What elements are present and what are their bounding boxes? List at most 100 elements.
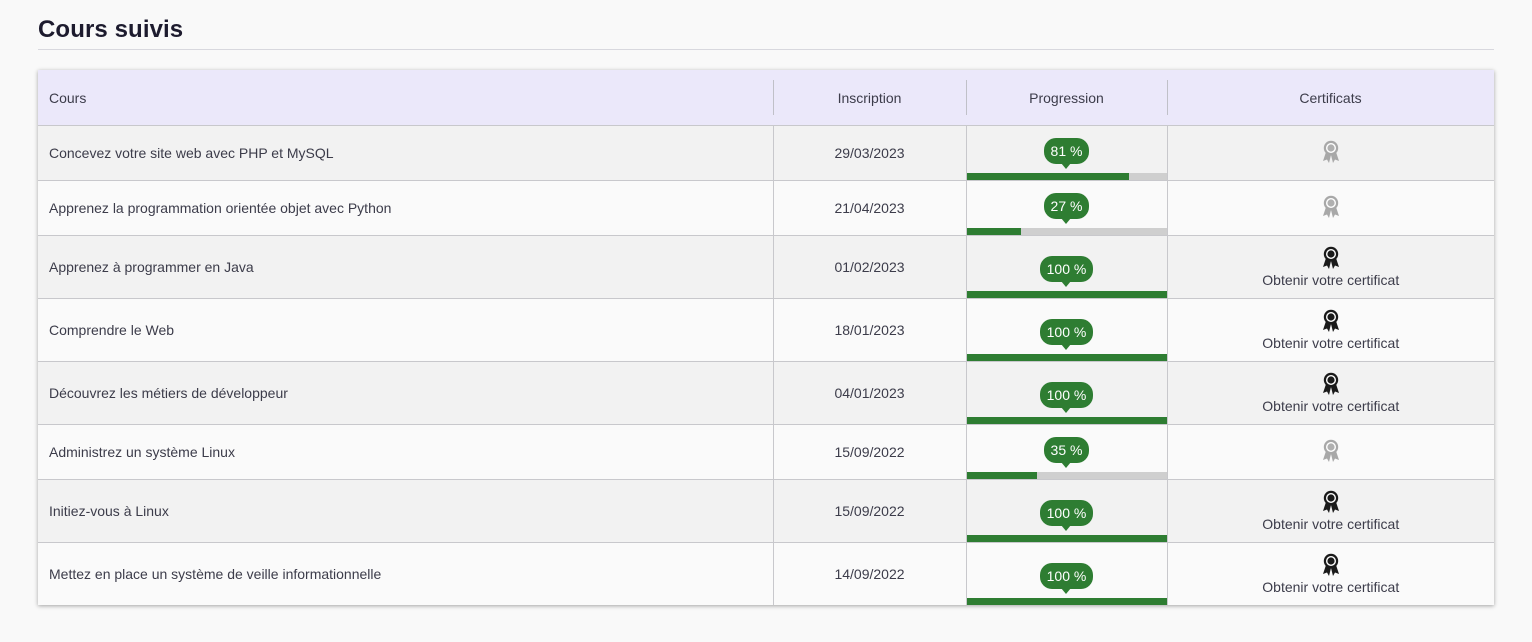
progress-badge: 100 % [1039, 500, 1094, 531]
header-separator [966, 80, 967, 115]
progress-bar-fill [966, 354, 1167, 361]
progress-bubble-wrap: 100 % [967, 382, 1167, 413]
header-enrollment-label: Inscription [837, 89, 902, 106]
progress-bar [966, 535, 1167, 542]
course-name[interactable]: Administrez un système Linux [38, 424, 773, 480]
enrollment-date: 04/01/2023 [772, 361, 966, 425]
progress-bubble-wrap: 81 % [967, 138, 1167, 169]
progress-bubble-wrap: 27 % [967, 193, 1167, 224]
enrollment-date: 18/01/2023 [772, 298, 966, 362]
courses-table: Cours Inscription Progression Certificat… [38, 70, 1494, 605]
course-name[interactable]: Découvrez les métiers de développeur [38, 361, 773, 425]
enrollment-date: 21/04/2023 [772, 180, 966, 236]
enrollment-date: 01/02/2023 [772, 235, 966, 299]
table-row: Concevez votre site web avec PHP et MySQ… [38, 125, 1494, 181]
certificate-cell [1166, 424, 1494, 480]
course-name[interactable]: Comprendre le Web [38, 298, 773, 362]
course-name[interactable]: Concevez votre site web avec PHP et MySQ… [38, 125, 773, 181]
header-separator [773, 80, 774, 115]
enrollment-date: 15/09/2022 [772, 479, 966, 543]
enrollment-date: 29/03/2023 [772, 125, 966, 181]
progress-bubble-wrap: 100 % [967, 563, 1167, 594]
enrollment-date: 14/09/2022 [772, 542, 966, 605]
progress-badge: 27 % [1043, 193, 1090, 224]
header-course: Cours [38, 70, 773, 126]
progress-cell: 100 % [965, 298, 1167, 362]
progress-bar-fill [966, 535, 1167, 542]
certificate-content: Obtenir votre certificat [1262, 309, 1399, 351]
course-name[interactable]: Initiez-vous à Linux [38, 479, 773, 543]
award-ribbon-icon [1322, 195, 1340, 219]
progress-bubble-wrap: 35 % [967, 437, 1167, 468]
certificate-cell: Obtenir votre certificat [1166, 542, 1494, 605]
progress-bubble-wrap: 100 % [967, 500, 1167, 531]
progress-bar [966, 354, 1167, 361]
progress-cell: 35 % [965, 424, 1167, 480]
table-row: Mettez en place un système de veille inf… [38, 542, 1494, 605]
progress-cell: 81 % [965, 125, 1167, 181]
progress-badge: 81 % [1043, 138, 1090, 169]
progress-bar-fill [966, 598, 1167, 605]
course-name[interactable]: Apprenez la programmation orientée objet… [38, 180, 773, 236]
certificate-cell: Obtenir votre certificat [1166, 361, 1494, 425]
header-enrollment: Inscription [773, 70, 966, 126]
page-title: Cours suivis [38, 16, 184, 43]
award-ribbon-icon [1322, 309, 1340, 333]
progress-cell: 100 % [965, 235, 1167, 299]
progress-bar [966, 173, 1167, 180]
certificate-content: Obtenir votre certificat [1262, 372, 1399, 414]
progress-bar-fill [966, 417, 1167, 424]
table-row: Comprendre le Web 18/01/2023 100 % Obten… [38, 298, 1494, 362]
certificate-content [1322, 140, 1340, 164]
award-ribbon-icon [1322, 439, 1340, 463]
certificate-cell: Obtenir votre certificat [1166, 235, 1494, 299]
certificate-content [1322, 439, 1340, 463]
header-progress: Progression [966, 70, 1167, 126]
award-ribbon-icon [1322, 246, 1340, 270]
courses-table-container: Cours Inscription Progression Certificat… [38, 70, 1494, 605]
table-header-row: Cours Inscription Progression Certificat… [38, 70, 1494, 126]
progress-bar [966, 417, 1167, 424]
progress-cell: 100 % [965, 361, 1167, 425]
progress-badge: 100 % [1039, 319, 1094, 350]
get-certificate-link[interactable]: Obtenir votre certificat [1262, 579, 1399, 595]
title-divider [38, 49, 1494, 50]
progress-bar-fill [966, 173, 1129, 180]
progress-badge: 35 % [1043, 437, 1090, 468]
award-ribbon-icon [1322, 140, 1340, 164]
course-name[interactable]: Apprenez à programmer en Java [38, 235, 773, 299]
certificate-content: Obtenir votre certificat [1262, 246, 1399, 288]
award-ribbon-icon [1322, 553, 1340, 577]
progress-bubble-wrap: 100 % [967, 256, 1167, 287]
get-certificate-link[interactable]: Obtenir votre certificat [1262, 516, 1399, 532]
header-progress-label: Progression [1029, 89, 1104, 106]
get-certificate-link[interactable]: Obtenir votre certificat [1262, 398, 1399, 414]
table-row: Administrez un système Linux 15/09/2022 … [38, 424, 1494, 480]
progress-bar-fill [966, 291, 1167, 298]
get-certificate-link[interactable]: Obtenir votre certificat [1262, 335, 1399, 351]
progress-cell: 100 % [965, 479, 1167, 543]
table-row: Apprenez à programmer en Java 01/02/2023… [38, 235, 1494, 299]
progress-bar [966, 228, 1167, 235]
progress-bar [966, 291, 1167, 298]
table-row: Apprenez la programmation orientée objet… [38, 180, 1494, 236]
award-ribbon-icon [1322, 490, 1340, 514]
certificate-cell: Obtenir votre certificat [1166, 479, 1494, 543]
enrollment-date: 15/09/2022 [772, 424, 966, 480]
progress-badge: 100 % [1039, 256, 1094, 287]
progress-bubble-wrap: 100 % [967, 319, 1167, 350]
progress-badge: 100 % [1039, 382, 1094, 413]
certificate-content [1322, 195, 1340, 219]
progress-cell: 100 % [965, 542, 1167, 605]
certificate-cell [1166, 180, 1494, 236]
certificate-content: Obtenir votre certificat [1262, 553, 1399, 595]
header-certificates: Certificats [1167, 70, 1494, 126]
get-certificate-link[interactable]: Obtenir votre certificat [1262, 272, 1399, 288]
course-name[interactable]: Mettez en place un système de veille inf… [38, 542, 773, 605]
progress-bar-fill [966, 228, 1021, 235]
award-ribbon-icon [1322, 372, 1340, 396]
certificate-content: Obtenir votre certificat [1262, 490, 1399, 532]
progress-cell: 27 % [965, 180, 1167, 236]
progress-bar-fill [966, 472, 1037, 479]
progress-bar [966, 598, 1167, 605]
